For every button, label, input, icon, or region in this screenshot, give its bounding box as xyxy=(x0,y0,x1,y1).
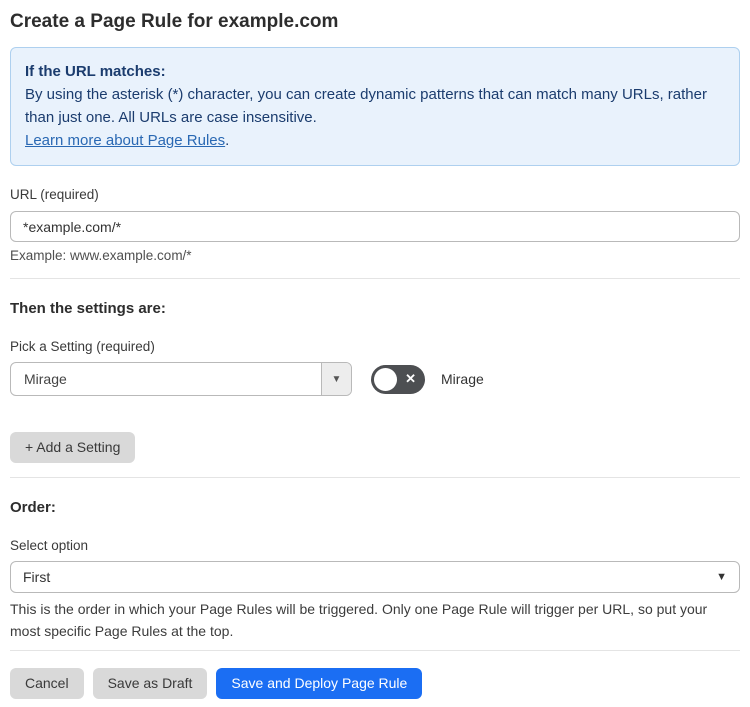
url-field-label: URL (required) xyxy=(10,187,99,202)
order-section-heading: Order: xyxy=(10,499,56,516)
section-divider xyxy=(10,278,740,279)
order-helper-text: This is the order in which your Page Rul… xyxy=(10,601,708,639)
link-suffix: . xyxy=(225,132,230,149)
order-select-label: Select option xyxy=(10,538,89,553)
section-divider xyxy=(10,477,740,478)
mirage-toggle[interactable]: ✕ xyxy=(371,364,425,394)
url-example-helper: Example: www.example.com/* xyxy=(10,248,192,263)
order-select[interactable]: First ▼ xyxy=(10,561,740,593)
setting-select[interactable]: Mirage ▼ xyxy=(10,362,352,396)
add-setting-button[interactable]: + Add a Setting xyxy=(10,432,136,463)
setting-row: Mirage ▼ ✕ Mirage xyxy=(10,362,740,396)
chevron-down-icon: ▼ xyxy=(716,571,727,583)
info-box-body: By using the asterisk (*) character, you… xyxy=(25,86,707,126)
setting-select-value: Mirage xyxy=(24,371,67,387)
info-box-link-line: Learn more about Page Rules. xyxy=(25,129,723,152)
chevron-down-icon: ▼ xyxy=(331,373,342,385)
order-select-value: First xyxy=(23,569,51,585)
page-title: Create a Page Rule for example.com xyxy=(10,11,339,32)
toggle-off-x-icon: ✕ xyxy=(405,371,416,386)
footer-divider xyxy=(10,650,740,651)
learn-more-link[interactable]: Learn more about Page Rules xyxy=(25,132,225,149)
toggle-knob xyxy=(374,367,397,391)
setting-select-arrow-button[interactable]: ▼ xyxy=(321,363,351,395)
toggle-label: Mirage xyxy=(441,371,484,387)
pick-setting-label: Pick a Setting (required) xyxy=(10,339,155,354)
info-box-heading: If the URL matches: xyxy=(25,63,166,80)
settings-section-heading: Then the settings are: xyxy=(10,300,166,317)
url-input[interactable] xyxy=(10,211,740,242)
url-match-info-box: If the URL matches: By using the asteris… xyxy=(10,47,740,166)
